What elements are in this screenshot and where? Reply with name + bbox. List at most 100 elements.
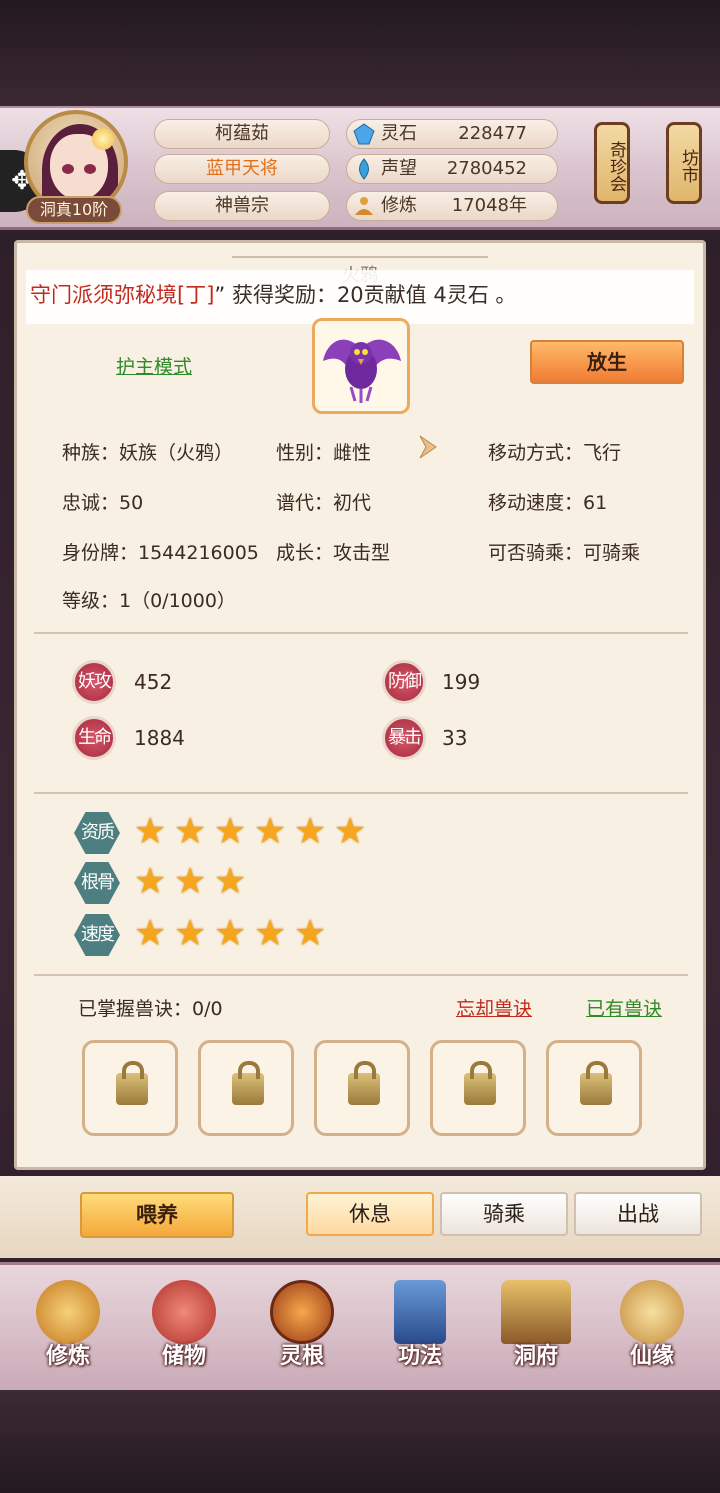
attr-id-tag: 身份牌：1544216005	[62, 542, 259, 564]
nav-label: 修炼	[45, 1344, 90, 1369]
star-icon: ★	[134, 861, 167, 902]
release-button[interactable]: 放生	[530, 340, 684, 384]
marquee-text: ” 获得奖励：20贡献值 4灵石 。	[214, 283, 517, 307]
stat-badge: 暴击	[382, 716, 426, 760]
nav-cave-dwelling[interactable]: 洞府	[484, 1276, 588, 1384]
feed-button[interactable]: 喂养	[80, 1192, 234, 1238]
star-icon: ★	[214, 811, 247, 852]
forget-skill-link[interactable]: 忘却兽诀	[456, 994, 532, 1021]
status-bar-area	[0, 0, 720, 106]
lantern-treasure-fair[interactable]: 奇珍会	[594, 122, 630, 204]
tab-rest[interactable]: 休息	[306, 1192, 434, 1236]
stat-value: 199	[442, 670, 481, 694]
star-icon: ★	[134, 811, 167, 852]
attr-rideable: 可否骑乘：可骑乘	[488, 542, 641, 564]
star-icon: ★	[254, 913, 287, 954]
rank-badge: 洞真10阶	[26, 196, 122, 224]
tab-battle[interactable]: 出战	[574, 1192, 702, 1236]
stat-value: 452	[134, 670, 173, 694]
skill-slot[interactable]	[314, 1040, 410, 1136]
divider	[34, 974, 688, 976]
stat-badge: 防御	[382, 660, 426, 704]
star-icon: ★	[174, 913, 207, 954]
divider	[34, 632, 688, 634]
marquee-highlight: 守门派须弥秘境[丁]	[30, 283, 215, 307]
resource-reputation: 声望 2780452	[346, 154, 558, 184]
spirit-root-icon	[270, 1280, 334, 1344]
player-title: 蓝甲天将	[154, 154, 330, 184]
reputation-icon	[359, 158, 369, 180]
aptitude-stars: ★ ★ ★ ★ ★	[134, 916, 330, 956]
stat-value: 1884	[134, 726, 185, 750]
nav-label: 储物	[161, 1344, 206, 1369]
resource-value: 2780452	[446, 158, 527, 179]
nav-label: 功法	[397, 1344, 442, 1369]
divider	[34, 792, 688, 794]
lock-icon	[348, 1061, 380, 1105]
resource-value: 17048年	[451, 195, 527, 216]
attr-level: 等级：1（0/1000）	[62, 590, 236, 612]
lock-icon	[232, 1061, 264, 1105]
star-icon: ★	[294, 811, 327, 852]
star-icon: ★	[134, 913, 167, 954]
technique-book-icon	[394, 1280, 446, 1344]
cultivate-icon	[36, 1280, 100, 1344]
stat-value: 33	[442, 726, 468, 750]
attr-gender: 性别：雌性	[276, 442, 372, 464]
skill-slot[interactable]	[546, 1040, 642, 1136]
owned-skills-link[interactable]: 已有兽诀	[586, 994, 662, 1021]
nav-label: 洞府	[513, 1344, 558, 1369]
cave-dwelling-icon	[501, 1280, 571, 1344]
attr-race: 种族：妖族（火鸦）	[62, 442, 234, 464]
attr-move-mode: 移动方式：飞行	[488, 442, 622, 464]
resource-label: 声望	[381, 158, 417, 179]
player-sect: 神兽宗	[154, 191, 330, 221]
star-icon: ★	[294, 913, 327, 954]
destiny-gourd-icon	[620, 1280, 684, 1344]
player-name: 柯蕴茹	[154, 119, 330, 149]
avatar-eye	[84, 164, 96, 174]
star-icon: ★	[174, 811, 207, 852]
nav-storage[interactable]: 储物	[132, 1276, 236, 1384]
lock-icon	[116, 1061, 148, 1105]
lantern-market[interactable]: 坊市	[666, 122, 702, 204]
resource-value: 228477	[458, 123, 527, 144]
stat-badge: 妖攻	[72, 660, 116, 704]
resource-cultivation: 修炼 17048年	[346, 191, 558, 221]
resource-label: 修炼	[381, 195, 417, 216]
attr-move-speed: 移动速度：61	[488, 492, 608, 514]
star-icon: ★	[214, 861, 247, 902]
lock-icon	[580, 1061, 612, 1105]
aptitude-stars: ★ ★ ★ ★ ★ ★	[134, 814, 370, 854]
bottom-safe-area	[0, 1390, 720, 1493]
star-icon: ★	[214, 913, 247, 954]
aptitude-stars: ★ ★ ★	[134, 864, 250, 904]
tab-ride[interactable]: 骑乘	[440, 1192, 568, 1236]
guard-mode-link[interactable]: 护主模式	[116, 352, 192, 379]
gender-swap-icon[interactable]	[414, 432, 444, 462]
nav-destiny[interactable]: 仙缘	[600, 1276, 704, 1384]
broadcast-marquee: 守门派须弥秘境[丁]” 获得奖励：20贡献值 4灵石 。	[26, 270, 694, 324]
skills-count-label: 已掌握兽诀：0/0	[78, 998, 223, 1020]
star-icon: ★	[334, 811, 367, 852]
stat-badge: 生命	[72, 716, 116, 760]
nav-label: 灵根	[279, 1344, 324, 1369]
nav-technique[interactable]: 功法	[368, 1276, 472, 1384]
nav-label: 仙缘	[629, 1344, 674, 1369]
cultivation-icon	[355, 197, 373, 215]
fire-crow-icon	[323, 339, 401, 403]
spirit-stone-icon	[353, 123, 375, 145]
skill-slot[interactable]	[198, 1040, 294, 1136]
lock-icon	[464, 1061, 496, 1105]
flower-icon	[92, 128, 114, 150]
nav-cultivate[interactable]: 修炼	[16, 1276, 120, 1384]
attr-growth: 成长：攻击型	[276, 542, 391, 564]
storage-bag-icon	[152, 1280, 216, 1344]
nav-spirit-root[interactable]: 灵根	[250, 1276, 354, 1384]
resource-label: 灵石	[381, 123, 417, 144]
pet-portrait[interactable]	[312, 318, 410, 414]
skill-slot[interactable]	[82, 1040, 178, 1136]
star-icon: ★	[174, 861, 207, 902]
skill-slot[interactable]	[430, 1040, 526, 1136]
attr-loyalty: 忠诚：50	[62, 492, 144, 514]
